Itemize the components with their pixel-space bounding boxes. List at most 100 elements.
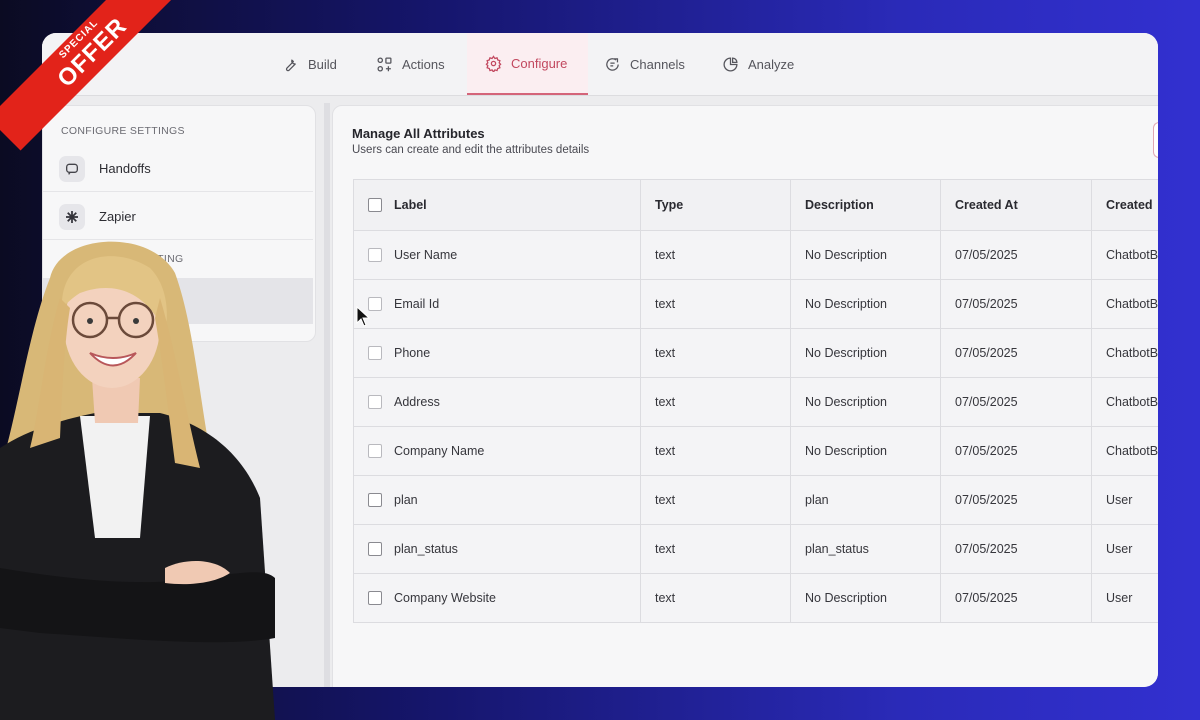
row-checkbox[interactable] xyxy=(368,395,382,410)
cell-description: No Description xyxy=(790,377,941,427)
nav-build[interactable]: Build xyxy=(282,33,337,95)
cell-type: text xyxy=(640,426,791,476)
cell-created-by: User xyxy=(1091,573,1158,623)
cell-created-at: 07/05/2025 xyxy=(940,230,1092,280)
nav-build-label: Build xyxy=(308,56,337,72)
table-row[interactable]: Address text No Description 07/05/2025 C… xyxy=(353,377,1158,427)
cell-label-text: Company Website xyxy=(394,590,496,605)
cell-label-text: Address xyxy=(394,394,440,409)
cell-description: No Description xyxy=(790,230,941,280)
select-all-checkbox[interactable] xyxy=(368,198,382,213)
cell-label-text: Phone xyxy=(394,345,431,360)
gear-icon xyxy=(485,54,502,72)
cell-created-by: ChatbotB xyxy=(1091,426,1158,476)
row-checkbox[interactable] xyxy=(368,297,382,312)
table-row[interactable]: User Name text No Description 07/05/2025… xyxy=(353,230,1158,280)
cell-created-at: 07/05/2025 xyxy=(940,426,1092,476)
cell-label: Company Website xyxy=(353,573,641,623)
row-checkbox[interactable] xyxy=(368,493,382,508)
attributes-panel: Manage All Attributes Users can create a… xyxy=(332,105,1158,687)
row-checkbox[interactable] xyxy=(368,444,382,459)
sidebar-item-label: Handoffs xyxy=(99,161,151,176)
cell-type: text xyxy=(640,328,791,378)
pie-chart-icon xyxy=(723,56,738,72)
cell-created-at: 07/05/2025 xyxy=(940,377,1092,427)
table-header-row: Label Type Description Created At Create… xyxy=(353,179,1158,231)
cell-type: text xyxy=(640,524,791,574)
cell-label: Email Id xyxy=(353,279,641,329)
sidebar-item-zapier[interactable]: Zapier xyxy=(43,194,313,240)
wrench-icon xyxy=(285,58,296,71)
cell-label-text: Email Id xyxy=(394,296,440,311)
table-row[interactable]: Company Website text No Description 07/0… xyxy=(353,573,1158,623)
nav-configure-label: Configure xyxy=(511,55,568,71)
sidebar-item-handoffs[interactable]: Handoffs xyxy=(43,146,313,192)
header-type: Type xyxy=(640,179,791,231)
header-created-by: Created xyxy=(1091,179,1158,231)
configure-settings-heading: CONFIGURE SETTINGS xyxy=(61,125,185,137)
cell-created-at: 07/05/2025 xyxy=(940,279,1092,329)
cell-label-text: plan_status xyxy=(394,541,458,556)
cell-type: text xyxy=(640,279,791,329)
top-navigation: Build Actions Configure Channels Analyze xyxy=(42,33,1158,96)
table-row[interactable]: Company Name text No Description 07/05/2… xyxy=(353,426,1158,476)
cell-description: plan_status xyxy=(790,524,941,574)
header-created-at: Created At xyxy=(940,179,1092,231)
presenter-photo xyxy=(0,241,275,720)
cell-created-by: ChatbotB xyxy=(1091,377,1158,427)
header-label-text: Label xyxy=(394,197,427,212)
nav-analyze[interactable]: Analyze xyxy=(722,33,794,95)
sidebar-scrollbar[interactable] xyxy=(324,103,330,687)
mouse-cursor-icon xyxy=(356,306,370,327)
nav-channels-label: Channels xyxy=(630,56,685,72)
attributes-table: Label Type Description Created At Create… xyxy=(353,179,1158,623)
page-subtitle: Users can create and edit the attributes… xyxy=(352,144,590,156)
cell-description: plan xyxy=(790,475,941,525)
cell-type: text xyxy=(640,573,791,623)
cell-label: Company Name xyxy=(353,426,641,476)
row-checkbox[interactable] xyxy=(368,346,382,361)
cell-created-by: ChatbotB xyxy=(1091,279,1158,329)
sidebar-item-label: Zapier xyxy=(99,209,136,224)
cell-created-at: 07/05/2025 xyxy=(940,573,1092,623)
asterisk-icon xyxy=(59,203,85,230)
cell-created-by: User xyxy=(1091,475,1158,525)
actions-icon xyxy=(377,56,392,72)
header-description: Description xyxy=(790,179,941,231)
header-label: Label xyxy=(353,179,641,231)
table-row[interactable]: plan text plan 07/05/2025 User xyxy=(353,475,1158,525)
nav-channels[interactable]: Channels xyxy=(604,33,685,95)
cell-label-text: User Name xyxy=(394,247,458,262)
nav-actions[interactable]: Actions xyxy=(376,33,445,95)
table-row[interactable]: plan_status text plan_status 07/05/2025 … xyxy=(353,524,1158,574)
cell-created-at: 07/05/2025 xyxy=(940,328,1092,378)
cell-created-at: 07/05/2025 xyxy=(940,524,1092,574)
cell-created-by: ChatbotB xyxy=(1091,328,1158,378)
channels-icon xyxy=(606,57,619,71)
cell-type: text xyxy=(640,377,791,427)
cell-label: Address xyxy=(353,377,641,427)
cell-description: No Description xyxy=(790,328,941,378)
cell-description: No Description xyxy=(790,426,941,476)
cell-label: Phone xyxy=(353,328,641,378)
table-row[interactable]: Email Id text No Description 07/05/2025 … xyxy=(353,279,1158,329)
cell-type: text xyxy=(640,475,791,525)
nav-actions-label: Actions xyxy=(402,56,445,72)
add-attribute-button[interactable] xyxy=(1153,122,1158,158)
table-row[interactable]: Phone text No Description 07/05/2025 Cha… xyxy=(353,328,1158,378)
cell-description: No Description xyxy=(790,279,941,329)
chat-bubble-icon xyxy=(59,155,85,182)
cell-label: plan xyxy=(353,475,641,525)
row-checkbox[interactable] xyxy=(368,248,382,263)
nav-configure[interactable]: Configure xyxy=(467,33,588,95)
cell-type: text xyxy=(640,230,791,280)
cell-label: User Name xyxy=(353,230,641,280)
cell-label-text: plan xyxy=(394,492,418,507)
cell-label: plan_status xyxy=(353,524,641,574)
cell-label-text: Company Name xyxy=(394,443,485,458)
row-checkbox[interactable] xyxy=(368,591,382,606)
cell-created-at: 07/05/2025 xyxy=(940,475,1092,525)
row-checkbox[interactable] xyxy=(368,542,382,557)
cell-description: No Description xyxy=(790,573,941,623)
nav-analyze-label: Analyze xyxy=(748,56,795,72)
